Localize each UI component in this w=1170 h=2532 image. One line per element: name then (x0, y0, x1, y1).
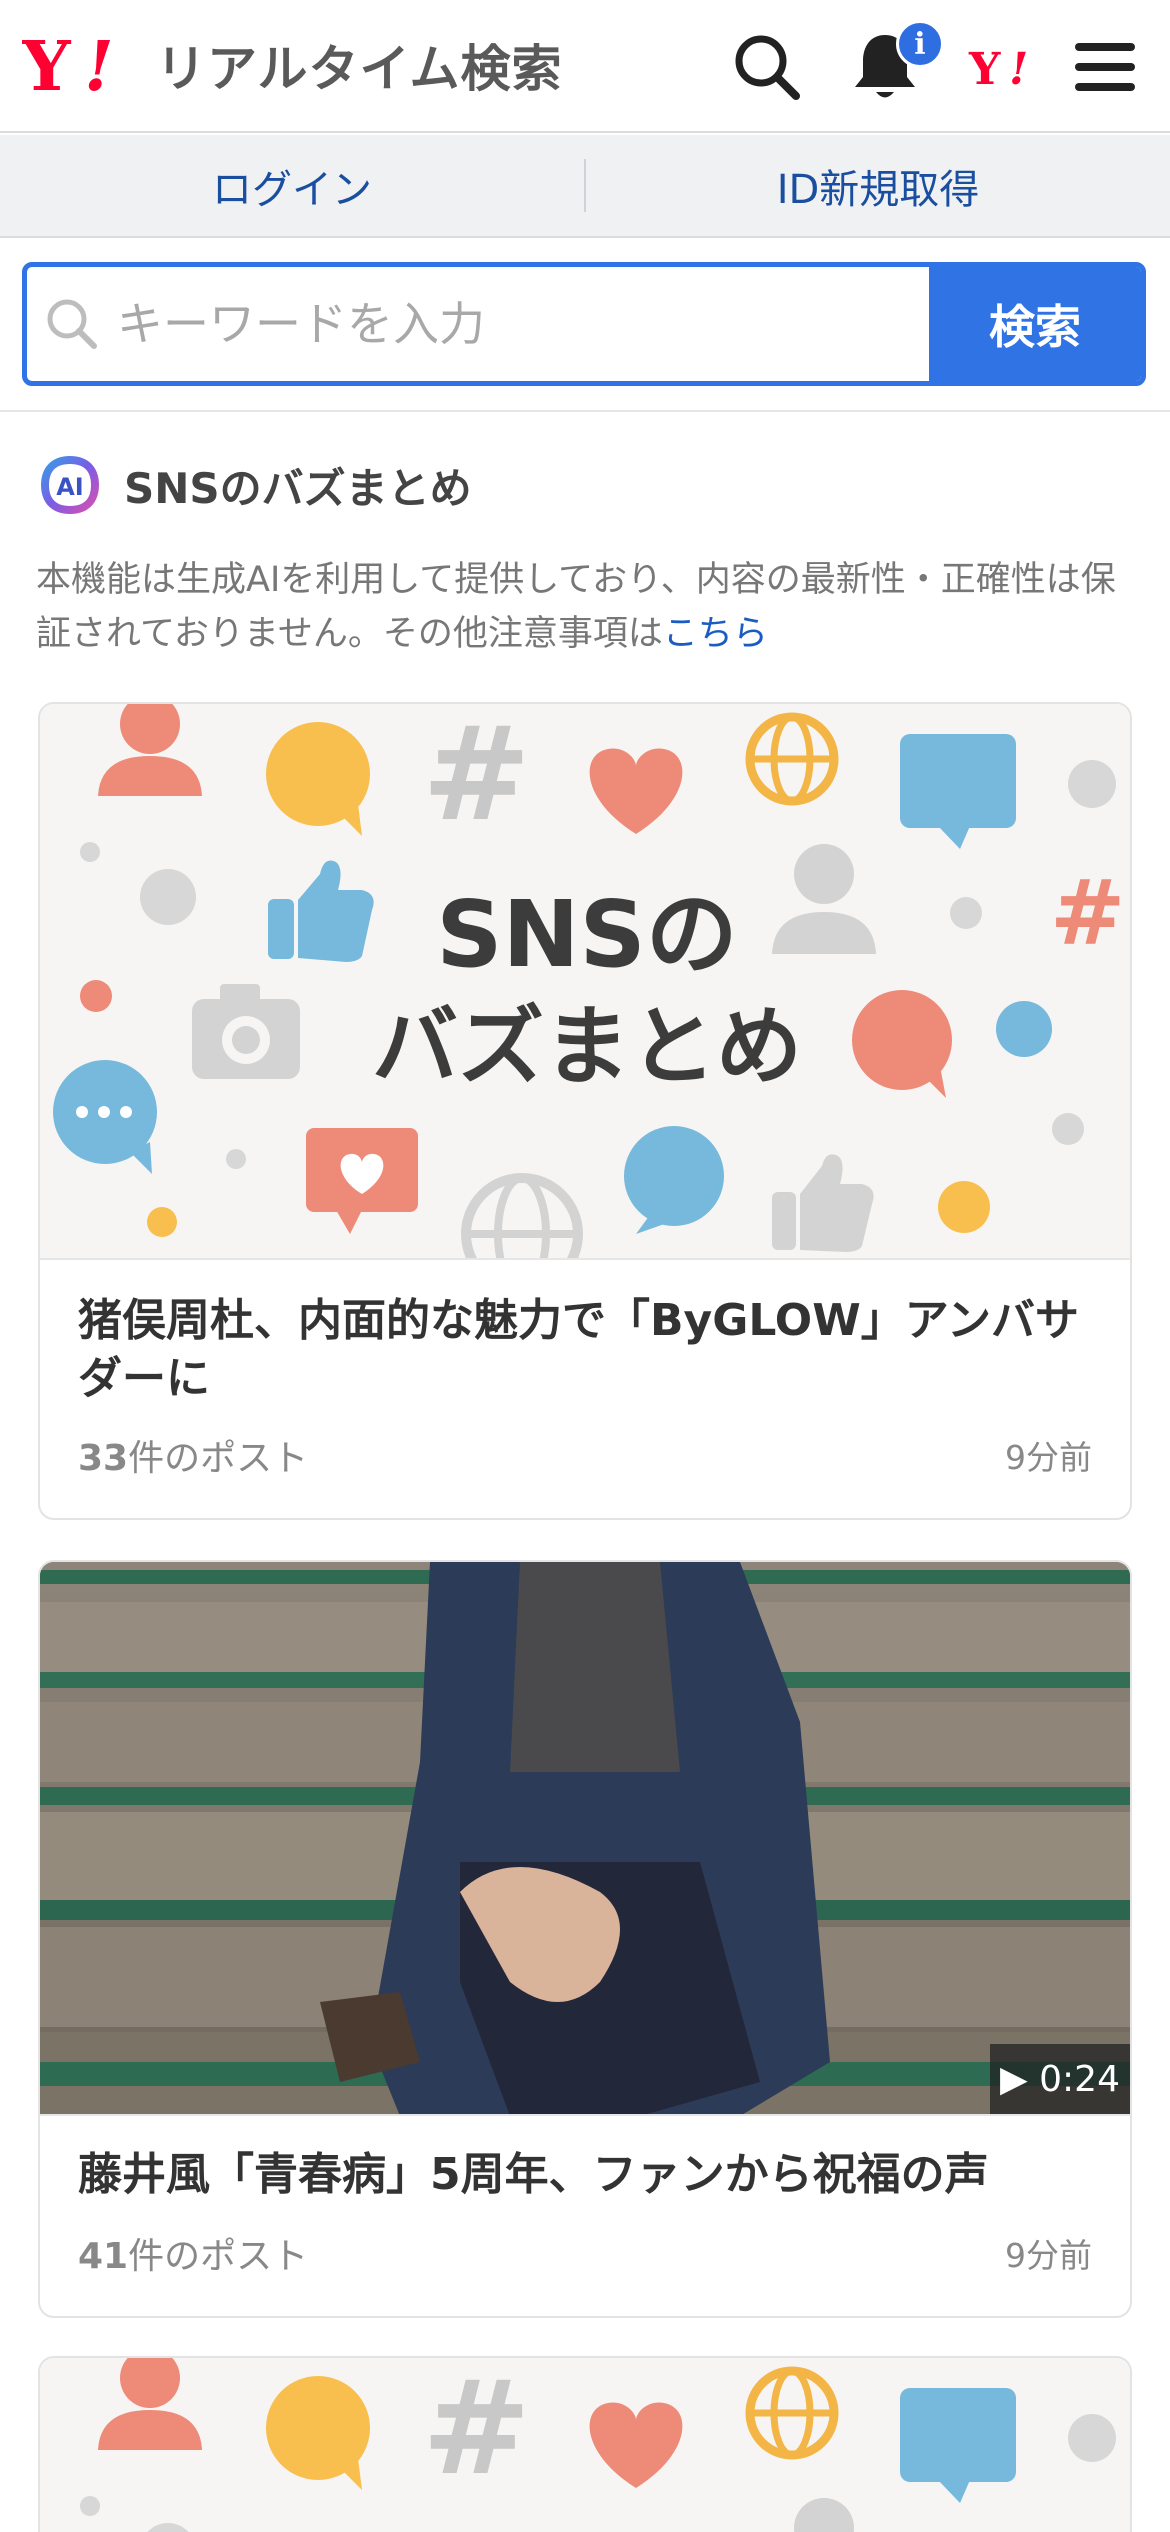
login-link[interactable]: ログイン (0, 135, 584, 236)
ai-icon: AI (41, 456, 99, 514)
svg-text:!: ! (84, 30, 114, 100)
illustration-title-line1: SNSの (436, 881, 738, 988)
post-count: 33件のポスト (78, 1429, 308, 1481)
section-title: SNSのバズまとめ (124, 463, 472, 513)
svg-text:#: # (422, 2358, 531, 2504)
buzz-card[interactable]: # (38, 702, 1132, 1520)
post-count-suffix: 件のポスト (128, 1438, 309, 1479)
svg-text:#: # (422, 704, 531, 850)
video-duration: ▶ 0:24 (990, 2044, 1130, 2114)
post-count: 41件のポスト (78, 2227, 308, 2279)
sns-illustration: # (40, 2358, 1130, 2532)
search-input[interactable] (117, 267, 929, 381)
card-timestamp: 9分前 (1005, 2236, 1092, 2275)
card-meta: 41件のポスト 9分前 (78, 2227, 1092, 2279)
search-icon[interactable] (722, 22, 812, 112)
card-title: 藤井風「青春病」5周年、ファンから祝福の声 (78, 2149, 989, 2200)
svg-text:Y: Y (22, 30, 72, 100)
header: Y ! リアルタイム検索 i Y ! (0, 0, 1170, 133)
card-photo: ▶ 0:24 (40, 1562, 1130, 2116)
post-count-number: 41 (78, 2236, 129, 2277)
card-meta: 33件のポスト 9分前 (78, 1429, 1092, 1481)
card-illustration: # (40, 2358, 1130, 2532)
post-count-suffix: 件のポスト (128, 2236, 309, 2277)
search-button[interactable]: 検索 (929, 267, 1141, 381)
yahoo-y-logo-icon: Y ! (22, 30, 114, 100)
photo-placeholder (40, 1562, 1130, 2114)
illustration-title-line2: バズまとめ (372, 997, 802, 1097)
logo-text: リアルタイム検索 (156, 40, 563, 98)
yahoo-logo-icon[interactable]: Y ! (962, 22, 1052, 112)
svg-text:!: ! (1009, 44, 1028, 92)
register-link[interactable]: ID新規取得 (586, 135, 1170, 236)
svg-text:#: # (1050, 861, 1125, 966)
login-bar: ログイン ID新規取得 (0, 135, 1170, 238)
ai-disclaimer: 本機能は生成AIを利用して提供しており、内容の最新性・正確性は保証されておりませ… (36, 553, 1136, 661)
buzz-card[interactable]: # (38, 2356, 1132, 2532)
notification-badge: i (896, 20, 944, 68)
post-count-number: 33 (78, 1438, 129, 1479)
card-title: 猪俣周杜、内面的な魅力で「ByGLOW」アンバサダーに (78, 1295, 1079, 1404)
section-header: AI SNSのバズまとめ (38, 450, 472, 520)
card-timestamp: 9分前 (1005, 1438, 1092, 1477)
search-field-icon (27, 267, 117, 381)
disclaimer-link[interactable]: こちら (663, 614, 768, 654)
site-logo[interactable]: Y ! リアルタイム検索 (22, 30, 563, 100)
svg-text:Y: Y (968, 44, 1001, 92)
hamburger-menu-icon[interactable] (1060, 22, 1150, 112)
ai-badge-text: AI (56, 473, 84, 501)
section-divider (0, 410, 1170, 412)
card-illustration: # (40, 704, 1130, 1260)
search-bar: 検索 (22, 262, 1146, 386)
app: Y ! リアルタイム検索 i Y ! ログイン ID新規取得 キーワードを入力 … (0, 0, 1170, 2532)
buzz-card[interactable]: ▶ 0:24 藤井風「青春病」5周年、ファンから祝福の声 41件のポスト 9分前 (38, 1560, 1132, 2318)
sns-illustration: # (40, 704, 1130, 1258)
ai-disclaimer-text: 本機能は生成AIを利用して提供しており、内容の最新性・正確性は保証されておりませ… (36, 560, 1116, 654)
